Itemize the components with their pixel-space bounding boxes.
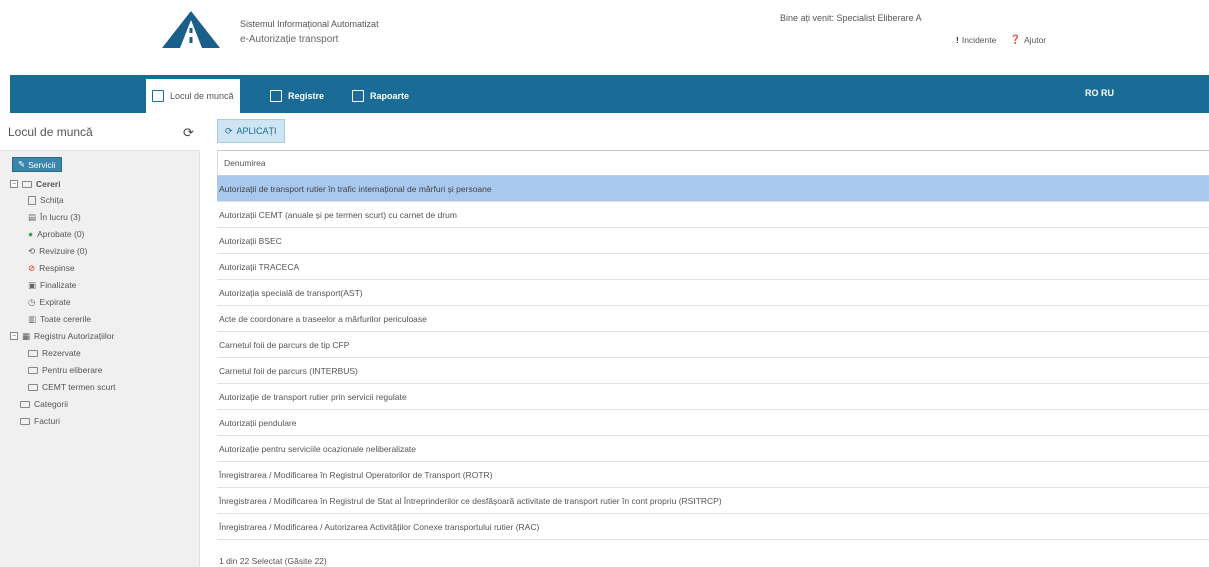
table-row[interactable]: Carnetul foii de parcurs (INTERBUS) (217, 358, 1209, 384)
tab-reports-label: Rapoarte (370, 91, 410, 101)
report-icon (352, 90, 364, 102)
system-title: Sistemul Informațional Automatizat e-Aut… (240, 16, 379, 48)
tree-item-finalizate[interactable]: ▣ Finalizate (28, 278, 76, 292)
table-row[interactable]: Autorizații TRACECA (217, 254, 1209, 280)
table-row[interactable]: Autorizații de transport rutier în trafi… (217, 176, 1209, 202)
document-check-icon: ▣ (28, 279, 37, 290)
tree-item-respinse-label: Respinse (39, 263, 75, 273)
table-row[interactable]: Acte de coordonare a traseelor a mărfuri… (217, 306, 1209, 332)
tree-item-pentru-eliberare-label: Pentru eliberare (42, 365, 103, 375)
tree-item-cereri-label: Cereri (36, 179, 61, 189)
app-header: Sistemul Informațional Automatizat e-Aut… (0, 0, 1209, 75)
table-row[interactable]: Autorizație pentru serviciile ocazionale… (217, 436, 1209, 462)
incidents-link[interactable]: ! Incidente (956, 34, 996, 45)
table-row[interactable]: Înregistrarea / Modificarea / Autorizare… (217, 514, 1209, 540)
top-links: ! Incidente ❓ Ajutor (956, 34, 1046, 45)
tree-item-in-lucru-label: În lucru (3) (40, 212, 81, 222)
aplicati-button[interactable]: ⟳ APLICAȚI (217, 119, 285, 143)
refresh-icon: ⟳ (225, 125, 233, 136)
main-content: ⟳ APLICAȚI Denumirea Autorizații de tran… (210, 113, 1209, 567)
sidebar-title: Locul de muncă (8, 125, 93, 139)
language-switch[interactable]: RO RU (1085, 88, 1114, 98)
folder-open-icon (28, 383, 38, 391)
question-icon: ❓ (1010, 34, 1021, 44)
sidebar-header: Locul de muncă ⟳ (0, 113, 200, 151)
sidebar: Locul de muncă ⟳ ✎ Servicii − Cereri Sch… (0, 113, 200, 567)
incidents-label: Incidente (961, 34, 997, 45)
document-icon: ▥ (28, 313, 37, 324)
building-icon: ▦ (22, 330, 31, 341)
collapse-icon[interactable]: − (10, 180, 18, 188)
tree-item-categorii-label: Categorii (34, 399, 69, 409)
tree-item-in-lucru[interactable]: ▤ În lucru (3) (28, 210, 81, 224)
edit-icon: ✎ (18, 159, 26, 169)
table-row[interactable]: Autorizații pendulare (217, 410, 1209, 436)
tree-item-respinse[interactable]: ⊘ Respinse (28, 261, 75, 275)
table-row[interactable]: Înregistrarea / Modificarea în Registrul… (217, 462, 1209, 488)
file-icon (28, 195, 36, 205)
tree-item-cemt[interactable]: CEMT termen scurt (28, 380, 116, 394)
tree-item-pentru-eliberare[interactable]: Pentru eliberare (28, 363, 102, 377)
welcome-text: Bine ați venit: Specialist Eliberare A (780, 13, 922, 23)
tree-item-schita[interactable]: Schița (28, 193, 64, 207)
table-row[interactable]: Autorizație de transport rutier prin ser… (217, 384, 1209, 410)
tree-item-facturi-label: Facturi (34, 416, 60, 426)
clock-icon: ◷ (28, 296, 36, 307)
tree-item-registru[interactable]: − ▦ Registru Autorizațiilor (10, 329, 114, 343)
help-link[interactable]: ❓ Ajutor (1010, 34, 1046, 45)
tree-item-toate-label: Toate cererile (40, 314, 92, 324)
tab-registers[interactable]: Registre (264, 79, 330, 113)
tree-item-rezervate-label: Rezervate (42, 348, 81, 358)
aplicati-label: APLICAȚI (236, 126, 277, 136)
table-row[interactable]: Înregistrarea / Modificarea în Registrul… (217, 488, 1209, 514)
folder-open-icon (20, 400, 30, 408)
tree-item-cemt-label: CEMT termen scurt (42, 382, 116, 392)
table-row[interactable]: Autorizația specială de transport(AST) (217, 280, 1209, 306)
desktop-icon (152, 90, 164, 102)
tree-item-revizuire[interactable]: ⟲ Revizuire (0) (28, 244, 87, 258)
tab-registers-label: Registre (288, 91, 325, 101)
refresh-icon[interactable]: ⟳ (183, 125, 194, 141)
table-icon (270, 90, 282, 102)
system-title-line1: Sistemul Informațional Automatizat (240, 19, 379, 29)
help-label: Ajutor (1023, 34, 1047, 45)
table-row[interactable]: Autorizații BSEC (217, 228, 1209, 254)
servicii-label: Servicii (28, 159, 56, 170)
tree-item-toate[interactable]: ▥ Toate cererile (28, 312, 91, 326)
logo-icon (162, 11, 220, 48)
folder-open-icon (28, 349, 38, 357)
services-table: Denumirea Autorizații de transport rutie… (217, 150, 1209, 540)
tree-item-expirate[interactable]: ◷ Expirate (28, 295, 71, 309)
system-title-line2: e-Autorizație transport (240, 34, 339, 45)
tree-item-aprobate[interactable]: ● Aprobate (0) (28, 227, 84, 241)
tab-reports[interactable]: Rapoarte (346, 79, 415, 113)
table-row[interactable]: Carnetul foii de parcurs de tip CFP (217, 332, 1209, 358)
tree-item-registru-label: Registru Autorizațiilor (34, 331, 115, 341)
column-header-denumirea[interactable]: Denumirea (217, 150, 1209, 176)
folder-open-icon (28, 366, 38, 374)
tree-item-cereri[interactable]: − Cereri (10, 177, 61, 191)
main-navbar: Locul de muncă Registre Rapoarte RO RU (10, 75, 1209, 113)
tree-item-finalizate-label: Finalizate (40, 280, 77, 290)
folder-open-icon (22, 180, 32, 188)
folder-open-icon (20, 417, 30, 425)
ban-icon: ⊘ (28, 262, 36, 273)
tree-item-facturi[interactable]: Facturi (20, 414, 60, 428)
collapse-icon[interactable]: − (10, 332, 18, 340)
exclamation-icon: ! (956, 34, 959, 45)
tree-item-revizuire-label: Revizuire (0) (39, 246, 88, 256)
tab-work-label: Locul de muncă (170, 91, 234, 101)
tree-item-categorii[interactable]: Categorii (20, 397, 68, 411)
tree-item-expirate-label: Expirate (39, 297, 71, 307)
tree-item-aprobate-label: Aprobate (0) (37, 229, 85, 239)
tree-item-schita-label: Schița (40, 195, 64, 205)
tree-item-rezervate[interactable]: Rezervate (28, 346, 81, 360)
selection-status: 1 din 22 Selectat (Găsite 22) (219, 556, 327, 566)
archive-icon: ▤ (28, 211, 37, 222)
servicii-button[interactable]: ✎ Servicii (12, 157, 62, 172)
tab-work[interactable]: Locul de muncă (146, 79, 240, 113)
refresh-small-icon: ⟲ (28, 245, 36, 256)
check-circle-icon: ● (28, 229, 34, 239)
table-row[interactable]: Autorizații CEMT (anuale și pe termen sc… (217, 202, 1209, 228)
